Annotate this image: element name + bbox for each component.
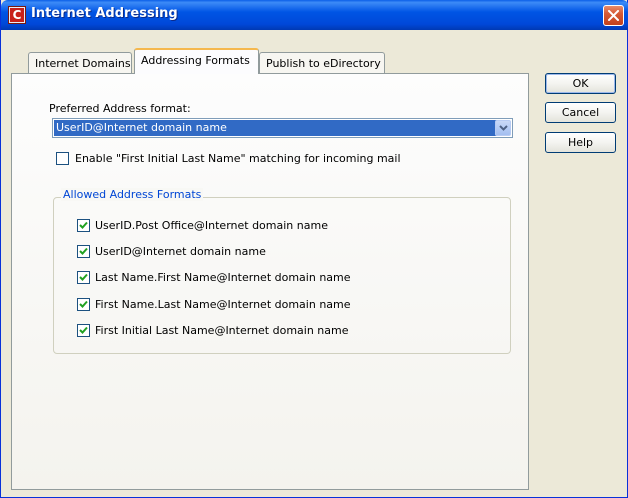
tab-label: Addressing Formats [141,54,250,67]
format-checkbox-userid[interactable] [77,245,90,258]
help-button[interactable]: Help [545,132,616,153]
tab-publish-to-edirectory[interactable]: Publish to eDirectory [259,52,385,74]
dropdown-button[interactable] [495,120,511,136]
ok-button[interactable]: OK [545,73,616,94]
title-bar[interactable]: C Internet Addressing [1,0,628,30]
app-icon-letter: C [10,8,24,22]
checkmark-icon [79,221,88,229]
matching-checkbox-label: Enable "First Initial Last Name" matchin… [75,152,401,165]
tab-internet-domains[interactable]: Internet Domains [28,52,132,74]
preferred-format-select[interactable]: UserID@Internet domain name [52,118,513,138]
format-checkbox-firstinitial-lastname[interactable] [77,324,90,337]
checkmark-icon [79,247,88,255]
format-label: First Initial Last Name@Internet domain … [95,324,349,337]
matching-checkbox[interactable] [56,152,69,165]
format-checkbox-userid-postoffice[interactable] [77,219,90,232]
tab-label: Publish to eDirectory [266,57,381,70]
format-checkbox-firstname-lastname[interactable] [77,298,90,311]
format-label: First Name.Last Name@Internet domain nam… [95,298,351,311]
format-checkbox-lastname-firstname[interactable] [77,271,90,284]
checkmark-icon [79,326,88,334]
window-title: Internet Addressing [31,6,178,21]
close-icon [608,10,619,21]
tab-label: Internet Domains [35,57,131,70]
format-label: Last Name.First Name@Internet domain nam… [95,271,351,284]
format-label: UserID@Internet domain name [95,245,266,258]
close-button[interactable] [603,5,624,26]
checkmark-icon [79,273,88,281]
cancel-button[interactable]: Cancel [545,102,616,123]
preferred-format-value: UserID@Internet domain name [54,120,497,136]
groupwise-app-icon: C [8,6,26,24]
preferred-format-label: Preferred Address format: [49,102,191,115]
checkmark-icon [79,300,88,308]
allowed-formats-title: Allowed Address Formats [61,188,204,201]
tab-addressing-formats[interactable]: Addressing Formats [134,48,259,74]
format-label: UserID.Post Office@Internet domain name [95,219,328,232]
dialog-window: C Internet Addressing Internet Domains A… [0,0,628,498]
chevron-down-icon [498,125,508,131]
